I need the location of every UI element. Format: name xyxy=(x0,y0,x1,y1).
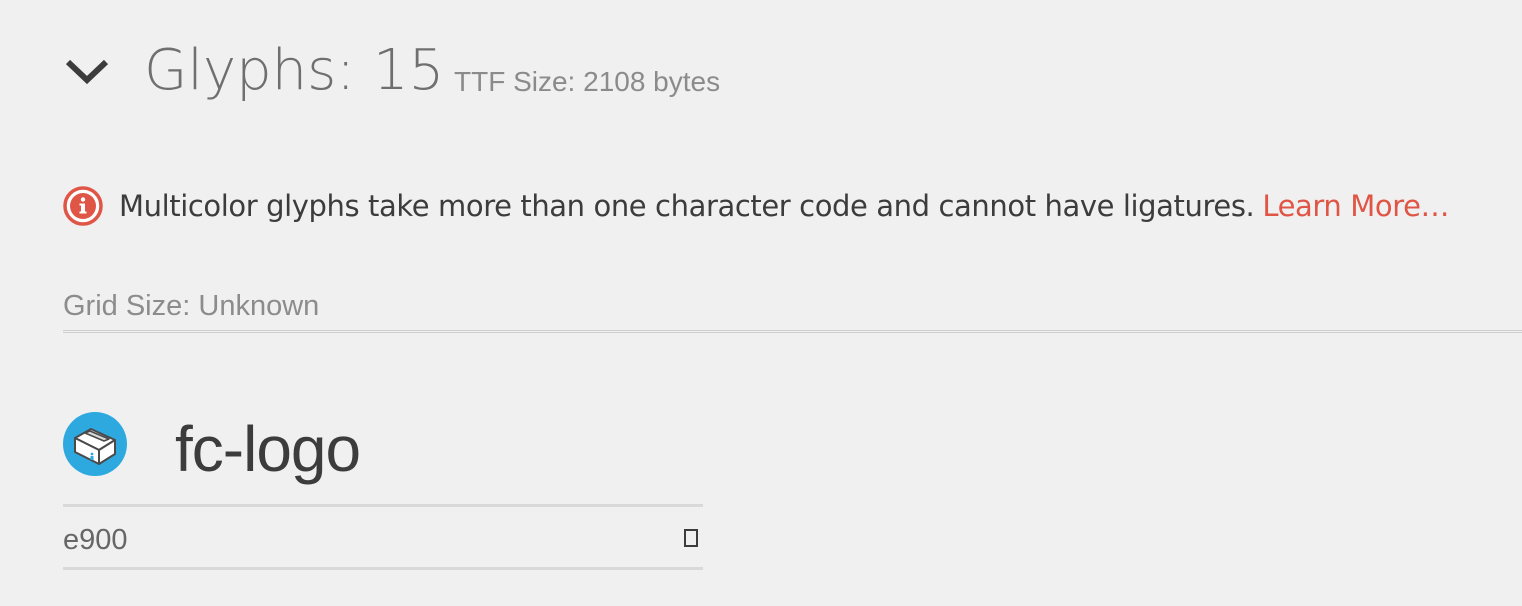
fc-logo-icon[interactable] xyxy=(63,412,127,476)
learn-more-link[interactable]: Learn More… xyxy=(1262,189,1449,223)
glyph-count-title: Glyphs: 15 xyxy=(144,38,445,103)
grid-size-label[interactable]: Grid Size: Unknown xyxy=(63,290,319,323)
glyph-name-field[interactable]: fc-logo xyxy=(175,412,361,486)
glyph-name-divider xyxy=(63,504,703,507)
info-icon xyxy=(63,186,103,226)
ttf-size-label: TTF Size: 2108 bytes xyxy=(454,66,721,97)
grid-size-divider xyxy=(63,330,1522,333)
glyph-card: fc-logo e900 xyxy=(63,410,703,572)
notice-message: Multicolor glyphs take more than one cha… xyxy=(119,189,1255,223)
glyph-code-divider xyxy=(63,567,703,570)
chevron-down-icon[interactable] xyxy=(62,52,112,92)
glyph-code-field[interactable]: e900 xyxy=(63,524,128,557)
square-glyph-icon[interactable] xyxy=(684,529,698,547)
multicolor-notice: Multicolor glyphs take more than one cha… xyxy=(63,186,1450,226)
